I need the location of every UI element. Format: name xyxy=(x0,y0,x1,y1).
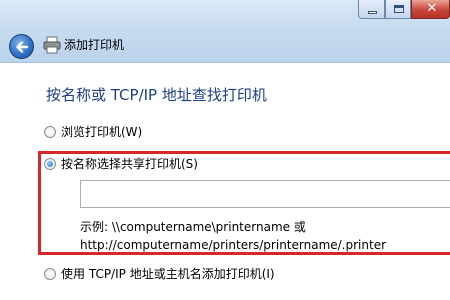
minimize-icon xyxy=(368,11,377,14)
close-icon: ✕ xyxy=(426,1,438,16)
shared-printer-label: 按名称选择共享打印机(S) xyxy=(61,157,198,171)
window-titlebar: ✕ 添加打印机 xyxy=(0,0,450,62)
arrow-left-icon xyxy=(16,41,29,53)
wizard-content: 按名称或 TCP/IP 地址查找打印机 浏览打印机(W) 按名称选择共享打印机(… xyxy=(0,62,450,300)
tcpip-label: 使用 TCP/IP 地址或主机名添加打印机(I) xyxy=(61,267,275,281)
window-title: 添加打印机 xyxy=(64,38,125,52)
minimize-button[interactable] xyxy=(358,0,385,19)
page-heading: 按名称或 TCP/IP 地址查找打印机 xyxy=(46,86,267,104)
example-text-line2: http://computername/printers/printername… xyxy=(80,238,387,252)
maximize-icon xyxy=(394,5,404,13)
shared-printer-radio[interactable] xyxy=(44,158,56,170)
window-controls: ✕ xyxy=(350,0,450,19)
close-button[interactable]: ✕ xyxy=(411,0,450,19)
maximize-button[interactable] xyxy=(385,0,411,19)
browse-radio[interactable] xyxy=(44,126,56,138)
back-button[interactable] xyxy=(9,34,34,59)
browse-label: 浏览打印机(W) xyxy=(61,125,143,139)
printer-icon xyxy=(43,36,61,54)
printer-name-input[interactable] xyxy=(80,180,450,208)
example-text-line1: 示例: \\computername\printername 或 xyxy=(80,220,306,234)
tcpip-radio[interactable] xyxy=(44,268,56,280)
